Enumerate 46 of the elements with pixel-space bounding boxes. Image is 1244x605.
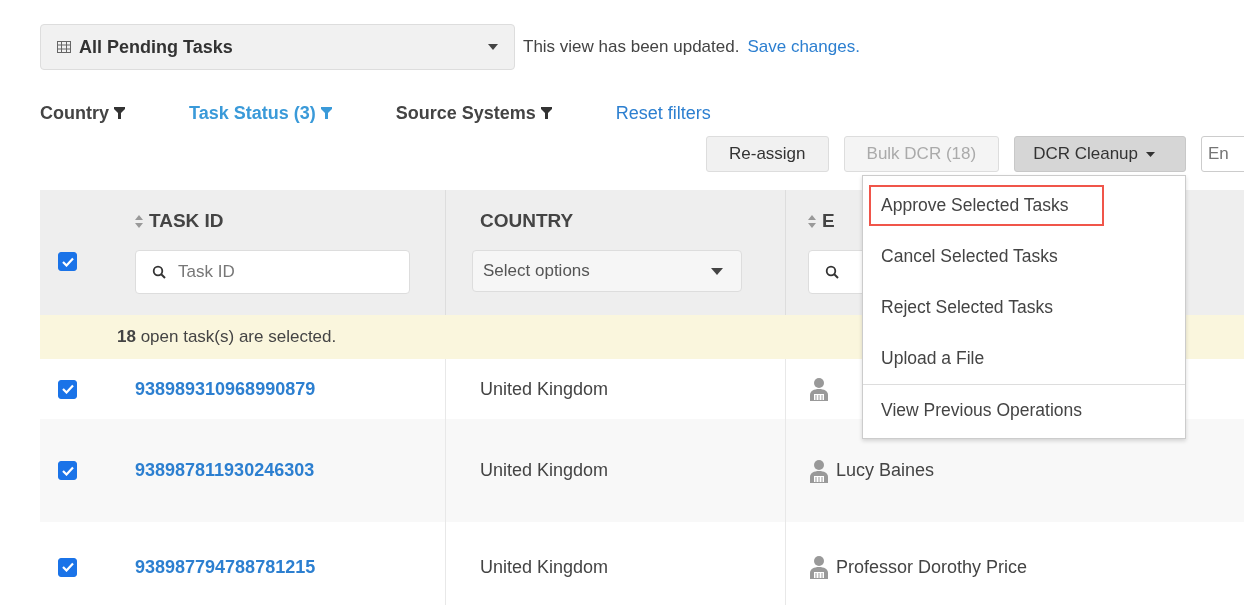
table-icon (57, 41, 71, 53)
update-notice: This view has been updated. (523, 37, 740, 57)
save-changes-link[interactable]: Save changes. (747, 37, 860, 57)
dropdown-button[interactable]: DCR Cleanup (1014, 136, 1187, 172)
toolbar-button[interactable]: Re-assign (706, 136, 829, 172)
search-field[interactable]: Task ID (135, 250, 410, 294)
column-header: TASK ID (149, 210, 224, 232)
checkmark-icon (61, 465, 74, 476)
filter-button[interactable]: Source Systems (395, 102, 552, 124)
task-id-link[interactable]: 938989310968990879 (135, 378, 316, 400)
checkmark-icon (61, 256, 74, 267)
column-header: COUNTRY (480, 210, 574, 232)
table-cell: United Kingdom (480, 378, 609, 400)
select-field[interactable]: Select options (472, 250, 742, 292)
caret-icon (711, 267, 723, 275)
table-cell: United Kingdom (480, 460, 609, 481)
person-icon (808, 458, 830, 483)
checkbox[interactable] (58, 252, 77, 271)
menu-item[interactable]: View Previous Operations (863, 385, 1186, 436)
filter-button[interactable]: Country (40, 102, 125, 124)
reset-filters-link[interactable]: Reset filters (615, 102, 711, 124)
search-icon (152, 265, 166, 279)
column-header: E (822, 210, 835, 232)
filter-icon (320, 107, 332, 119)
filter-icon (540, 107, 552, 119)
sort-icon[interactable] (135, 214, 143, 228)
caret-icon (1146, 151, 1156, 157)
checkmark-icon (61, 384, 74, 394)
task-id-link[interactable]: 938987811930246303 (135, 460, 315, 481)
sort-icon[interactable] (808, 214, 816, 228)
person-icon (808, 555, 830, 579)
table-cell: Lucy Baines (836, 460, 935, 481)
filter-icon (114, 107, 125, 119)
menu-item[interactable]: Cancel Selected Tasks (863, 231, 1186, 282)
search-field[interactable]: En (1201, 136, 1244, 172)
checkbox[interactable] (58, 461, 77, 480)
view-select[interactable]: All Pending Tasks (40, 24, 515, 70)
search-icon (825, 265, 839, 279)
person-icon (808, 377, 830, 401)
table-cell: United Kingdom (480, 556, 609, 578)
task-id-link[interactable]: 938987794788781215 (135, 556, 316, 578)
table-cell: Professor Dorothy Price (836, 556, 1028, 578)
caret-icon (488, 44, 498, 50)
checkbox[interactable] (58, 379, 77, 399)
checkmark-icon (61, 562, 74, 572)
checkbox[interactable] (58, 557, 77, 577)
